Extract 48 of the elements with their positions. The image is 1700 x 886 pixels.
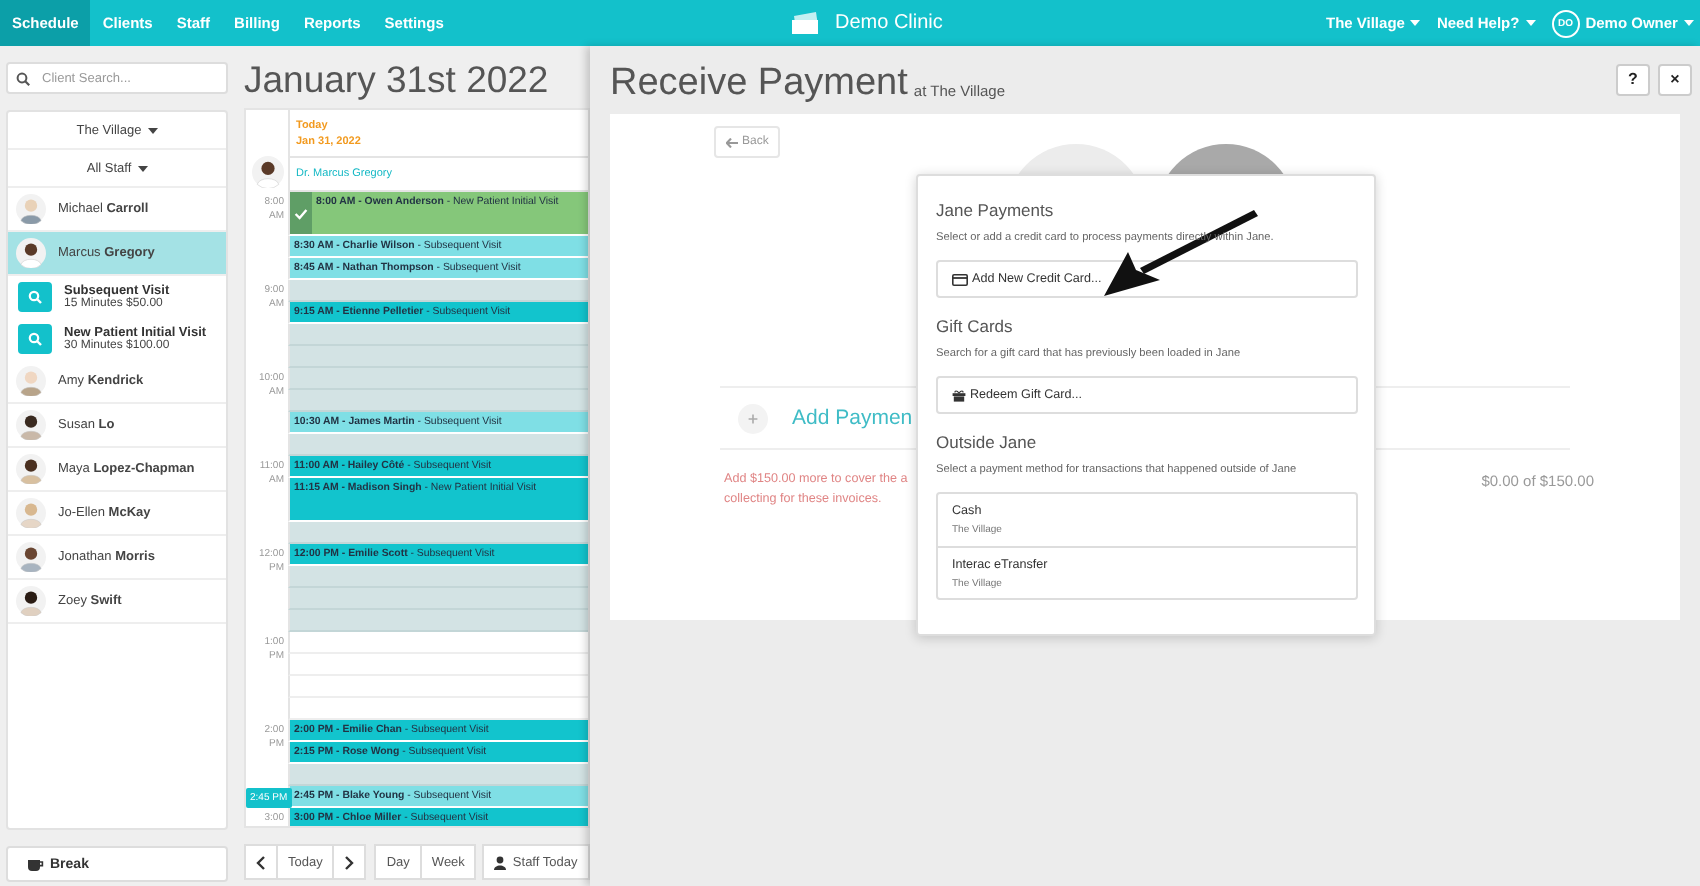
time-slot[interactable] [288,346,588,368]
section-heading: Jane Payments [936,200,1056,224]
time-slot[interactable] [288,522,588,544]
avatar-icon [16,454,46,484]
time-slot[interactable] [288,434,588,456]
avatar-icon [16,366,46,396]
caret-icon [1525,20,1536,26]
chevron-left-icon [256,855,266,869]
credit-card-icon [952,273,968,285]
gift-icon [952,389,966,401]
time-slot[interactable] [288,324,588,346]
search-button[interactable] [18,324,52,354]
clinic-name: Demo Clinic [834,12,943,34]
caret-icon [147,127,158,133]
time-slot[interactable] [288,764,588,786]
time-slot[interactable] [288,566,588,588]
time-slot[interactable] [288,588,588,610]
previous-day-button[interactable] [244,844,278,880]
avatar-icon [16,498,46,528]
section-heading: Gift Cards [936,316,1015,340]
time-slot[interactable] [288,280,588,302]
caret-icon [1683,20,1694,26]
coffee-cup-icon [28,857,44,871]
avatar-icon [16,586,46,616]
panel-title: Receive Payment [610,64,908,104]
avatar-icon [16,410,46,440]
avatar-icon [16,194,46,224]
avatar-icon [251,156,283,188]
close-button[interactable]: × [1658,63,1692,95]
time-slot[interactable] [288,610,588,632]
search-button[interactable] [18,282,52,312]
avatar-icon [16,542,46,572]
search-icon [16,71,30,85]
help-button[interactable]: ? [1616,63,1650,95]
search-icon [28,332,42,346]
section-heading: Outside Jane [936,432,1039,456]
arrow-left-icon [726,137,738,147]
search-icon [28,290,42,304]
time-slot[interactable] [288,368,588,390]
avatar-icon [16,238,46,268]
next-day-button[interactable] [332,844,367,880]
plus-icon [738,403,768,433]
chevron-right-icon [344,855,355,869]
person-icon [494,855,507,869]
caret-icon [1410,20,1421,26]
date-title: January 31st 2022 [244,58,551,104]
time-slot[interactable] [288,390,588,412]
caret-icon [137,165,148,171]
